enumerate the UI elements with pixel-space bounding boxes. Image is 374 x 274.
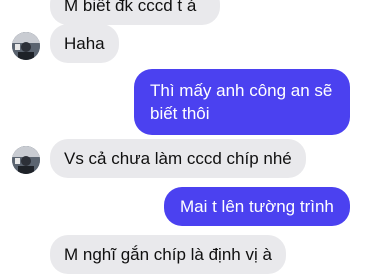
message-text: Vs cả chưa làm cccd chíp nhé — [64, 149, 292, 168]
avatar-photo-icon — [12, 32, 40, 60]
message-text-line: Thì mấy anh công an sẽ — [150, 81, 333, 100]
message-bubble-outgoing[interactable]: Thì mấy anh công an sẽ biết thôi — [134, 69, 350, 135]
message-text: Haha — [64, 34, 105, 53]
message-bubble-incoming[interactable]: Vs cả chưa làm cccd chíp nhé — [50, 139, 306, 178]
message-bubble-incoming[interactable]: M nghĩ gắn chíp là định vị à — [50, 235, 286, 274]
message-text: M biết đk cccd t á — [64, 0, 197, 15]
avatar-photo-icon — [12, 146, 40, 174]
message-bubble-incoming[interactable]: M biết đk cccd t á — [50, 0, 220, 25]
message-text-line: biết thôi — [150, 104, 210, 123]
contact-avatar[interactable] — [12, 32, 40, 60]
contact-avatar[interactable] — [12, 146, 40, 174]
message-bubble-outgoing[interactable]: Mai t lên tường trình — [164, 187, 350, 226]
message-text: M nghĩ gắn chíp là định vị à — [64, 245, 272, 264]
message-bubble-incoming[interactable]: Haha — [50, 24, 119, 63]
message-text: Mai t lên tường trình — [180, 197, 334, 216]
